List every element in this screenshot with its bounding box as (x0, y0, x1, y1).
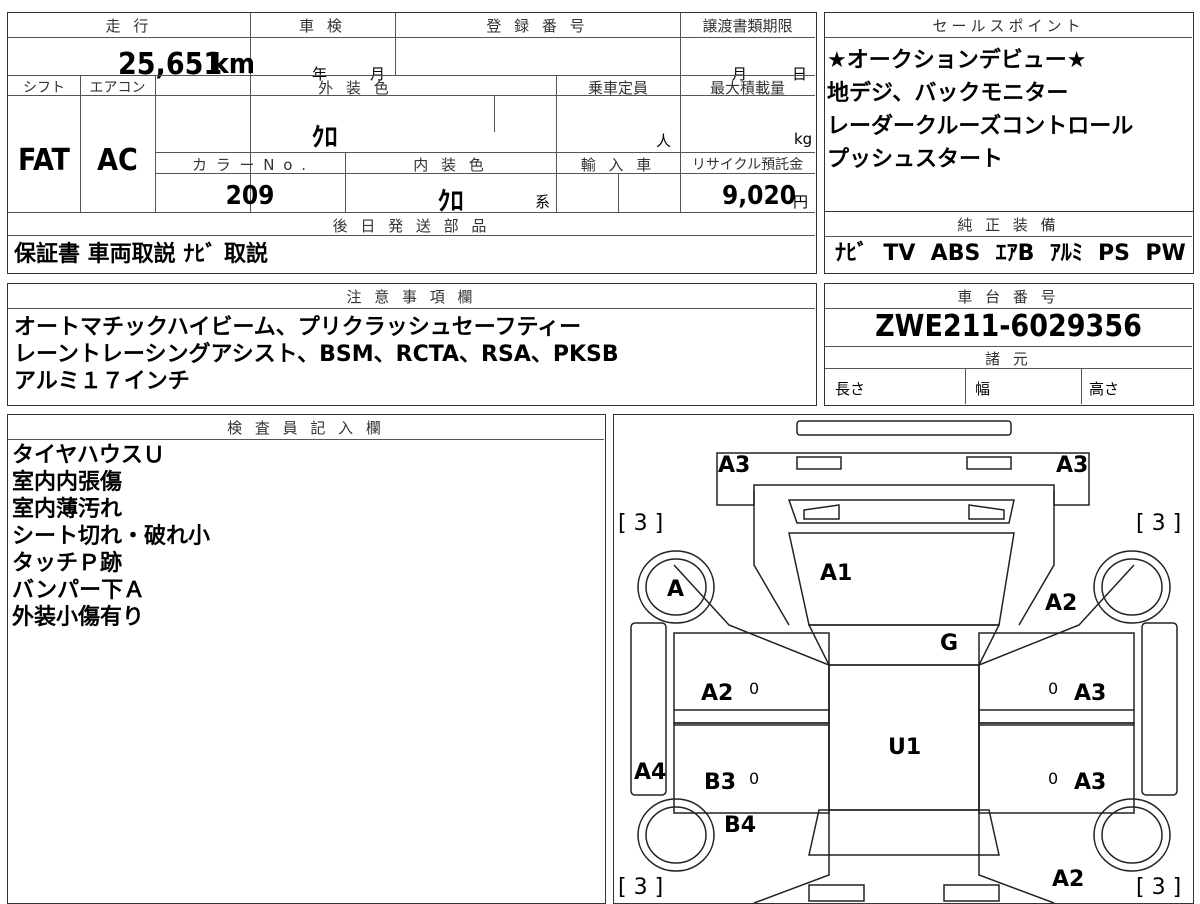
mark-right-rear-door: A3 (1074, 770, 1107, 795)
mileage-label: 走 行 (105, 17, 153, 35)
mark-zero: 0 (1048, 769, 1059, 788)
mark-windshield: G (940, 631, 959, 656)
ac-value: AC (97, 143, 138, 178)
shift-label: シフト (23, 80, 65, 96)
mark-right-front-door: A3 (1074, 681, 1107, 706)
inspector-line: シート切れ・破れ小 (12, 524, 211, 549)
genuine-equipment-label: 純 正 装 備 (957, 216, 1060, 234)
import-label: 輸 入 車 (580, 156, 656, 174)
mark-left-sill: A4 (634, 760, 667, 785)
sales-point-line: レーダークルーズコントロール (827, 114, 1134, 139)
inspector-line: タイヤハウスＵ (12, 443, 165, 468)
shift-value: FAT (18, 143, 70, 178)
mark-front-right: A3 (1056, 453, 1089, 478)
inspector-line: 室内薄汚れ (12, 497, 123, 522)
vehicle-info-table: 走 行 車 検 登 録 番 号 譲渡書類期限 25,651 km 年 月 月 日… (7, 12, 817, 274)
tire-rear-right: [ 3 ] (1136, 875, 1182, 900)
mark-left-front-door: A2 (701, 681, 734, 706)
inspection-label: 車 検 (299, 17, 346, 35)
inspector-line: 室内内張傷 (12, 470, 123, 495)
recycle-value: 9,020 (722, 181, 796, 211)
interior-color-suffix: 系 (535, 193, 551, 211)
capacity-unit: 人 (656, 132, 672, 150)
sales-points-label: セールスポイント (932, 17, 1085, 35)
mark-zero: 0 (1048, 679, 1059, 698)
width-label: 幅 (975, 380, 991, 398)
genuine-equipment-panel: 純 正 装 備 ﾅﾋﾞ TV ABS ｴｱB ｱﾙﾐ PS PW (824, 211, 1194, 274)
length-label: 長さ (835, 380, 866, 398)
mark-right-rear-fender: A2 (1052, 867, 1085, 892)
notes-label: 注 意 事 項 欄 (346, 288, 477, 306)
mark-roof: U1 (888, 735, 922, 760)
mark-front-left: A3 (718, 453, 751, 478)
damage-diagram: A3 A3 [ 3 ] [ 3 ] [ 3 ] [ 3 ] A1 A A2 G … (613, 414, 1194, 904)
inspector-panel: 検 査 員 記 入 欄 タイヤハウスＵ 室内内張傷 室内薄汚れ シート切れ・破れ… (7, 414, 606, 904)
max-load-label: 最大積載量 (709, 79, 785, 97)
car-outline (630, 420, 1178, 903)
mark-hood: A1 (820, 561, 853, 586)
sales-point-line: ★オークションデビュー★ (827, 48, 1087, 73)
max-load-unit: kg (794, 130, 813, 148)
tire-front-left: [ 3 ] (618, 511, 664, 536)
mark-left-rear-door: B3 (704, 770, 737, 795)
exterior-color-label: 外 装 色 (318, 79, 393, 97)
inspector-line: バンパー下Ａ (12, 578, 146, 603)
inspector-label: 検 査 員 記 入 欄 (227, 419, 385, 437)
sales-point-line: プッシュスタート (827, 147, 1004, 172)
sales-points-panel: セールスポイント ★オークションデビュー★ 地デジ、バックモニター レーダークル… (824, 12, 1194, 212)
exterior-color-value: ｸﾛ (311, 123, 338, 153)
chassis-label: 車 台 番 号 (957, 288, 1060, 306)
capacity-label: 乗車定員 (587, 79, 648, 97)
transfer-deadline-label: 譲渡書類期限 (702, 17, 793, 35)
registration-label: 登 録 番 号 (486, 17, 589, 35)
tire-front-right: [ 3 ] (1136, 511, 1182, 536)
spec-label: 諸 元 (985, 350, 1032, 368)
genuine-equipment-value: ﾅﾋﾞ TV ABS ｴｱB ｱﾙﾐ PS PW (835, 241, 1186, 266)
recycle-label: リサイクル預託金 (691, 157, 804, 173)
mark-left-rear-fender: B4 (724, 813, 757, 838)
chassis-number: ZWE211-6029356 (875, 309, 1142, 344)
notes-line: オートマチックハイビーム、プリクラッシュセーフティー (14, 315, 582, 340)
sales-point-line: 地デジ、バックモニター (827, 81, 1069, 106)
ac-label: エアコン (89, 80, 146, 96)
mark-left-front-fender: A (667, 577, 685, 602)
later-parts-value: 保証書 車両取説 ﾅﾋﾞ 取説 (14, 242, 268, 267)
mark-zero: 0 (749, 769, 760, 788)
recycle-unit: 円 (793, 193, 809, 211)
notes-line: レーントレーシングアシスト、BSM、RCTA、RSA、PKSB (14, 342, 619, 367)
later-parts-label: 後 日 発 送 部 品 (332, 217, 491, 235)
inspector-line: 外装小傷有り (12, 605, 145, 630)
notes-panel: 注 意 事 項 欄 オートマチックハイビーム、プリクラッシュセーフティー レーン… (7, 283, 817, 406)
mark-right-front-fender: A2 (1045, 591, 1078, 616)
height-label: 高さ (1089, 380, 1120, 398)
inspector-line: タッチＰ跡 (12, 551, 123, 576)
color-no-label: カ ラ ー N o . (191, 156, 308, 174)
notes-line: アルミ１７インチ (14, 369, 190, 394)
chassis-panel: 車 台 番 号 ZWE211-6029356 諸 元 長さ 幅 高さ (824, 283, 1194, 406)
mark-zero: 0 (749, 679, 760, 698)
tire-rear-left: [ 3 ] (618, 875, 664, 900)
color-no-value: 209 (225, 181, 275, 211)
interior-color-label: 内 装 色 (413, 156, 488, 174)
